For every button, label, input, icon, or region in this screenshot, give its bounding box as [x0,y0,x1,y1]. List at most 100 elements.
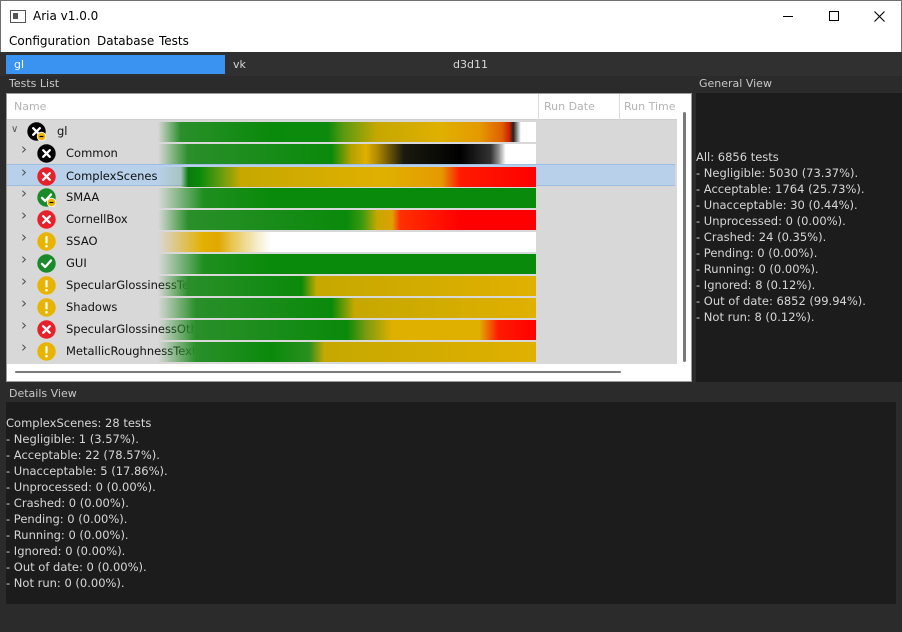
horizontal-scrollbar[interactable] [7,364,677,381]
tree-header: Name Run Date Run Time [7,94,677,120]
scrollbar-thumb[interactable] [15,371,621,373]
general-view-title: General View [699,77,772,90]
minimize-icon [783,15,793,17]
result-distribution-bar [158,298,536,318]
result-distribution-bar [158,188,536,208]
status-failed-black-icon [37,144,56,163]
tree-row-gui[interactable]: › GUI [7,252,675,274]
menu-bar: Configuration Database Tests [0,31,902,52]
tree-row-specularglossinesstextures[interactable]: › SpecularGlossinessTextures [7,274,675,296]
chevron-right-icon[interactable]: › [21,296,31,311]
tree-row-gl[interactable]: ∨ gl [7,120,675,142]
chevron-right-icon[interactable]: › [21,274,31,289]
maximize-button[interactable] [811,1,857,31]
status-warning-icon [37,232,56,251]
chevron-right-icon[interactable]: › [21,142,31,157]
column-header-name[interactable]: Name [14,100,46,113]
tests-tree[interactable]: Name Run Date Run Time ∨ gl › Common › Comple… [6,93,692,382]
tab-gl[interactable]: gl [6,55,225,74]
status-crashed-icon [27,122,46,141]
details-stat-line: - Unacceptable: 5 (17.86%). [6,464,168,478]
tree-row-cornellbox[interactable]: › CornellBox [7,208,675,230]
result-distribution-bar [158,276,536,296]
general-stat-line: - Out of date: 6852 (99.94%). [696,294,866,308]
close-icon [873,10,885,22]
details-stat-line: - Negligible: 1 (3.57%). [6,432,139,446]
status-passed-icon [37,254,56,273]
status-warning-icon [37,342,56,361]
tests-list-title: Tests List [9,77,60,90]
general-stat-line: - Negligible: 5030 (73.37%). [696,166,859,180]
tree-row-label: GUI [66,256,87,270]
maximize-icon [829,11,839,21]
chevron-right-icon[interactable]: › [21,186,31,201]
details-stat-line: - Unprocessed: 0 (0.00%). [6,480,156,494]
chevron-right-icon[interactable]: › [21,340,31,355]
menu-configuration[interactable]: Configuration [9,34,90,48]
tree-row-complexscenes[interactable]: › ComplexScenes [7,164,675,187]
result-distribution-bar [158,254,536,274]
scrollbar-thumb[interactable] [683,112,686,362]
tree-row-label: ComplexScenes [66,169,158,183]
tree-row-label: SSAO [66,234,98,248]
status-warning-icon [37,298,56,317]
status-failed-icon [37,167,56,186]
tree-row-ssao[interactable]: › SSAO [7,230,675,252]
status-failed-icon [37,320,56,339]
general-stat-line: - Acceptable: 1764 (25.73%). [696,182,865,196]
status-bar [0,604,902,632]
chevron-right-icon[interactable]: › [21,165,31,180]
result-distribution-bar [158,342,536,362]
chevron-down-icon[interactable]: ∨ [11,124,21,136]
chevron-right-icon[interactable]: › [21,208,31,223]
menu-database[interactable]: Database [97,34,154,48]
tree-row-label: gl [57,124,68,138]
details-view-panel: ComplexScenes: 28 tests - Negligible: 1 (… [6,402,896,604]
tree-row-label: SMAA [66,190,100,204]
general-stat-line: - Unacceptable: 30 (0.44%). [696,198,858,212]
chevron-right-icon[interactable]: › [21,318,31,333]
tab-vk[interactable]: vk [225,55,444,74]
tree-row-label: Common [66,146,118,160]
tree-row-shadows[interactable]: › Shadows [7,296,675,318]
general-stat-line: - Not run: 8 (0.12%). [696,310,815,324]
result-distribution-bar [158,122,536,142]
general-stat-line: - Running: 0 (0.00%). [696,262,819,276]
details-stat-line: ComplexScenes: 28 tests [6,416,152,430]
general-stat-line: - Ignored: 8 (0.12%). [696,278,816,292]
general-stat-line: - Crashed: 24 (0.35%). [696,230,827,244]
result-distribution-bar [158,232,536,252]
vertical-scrollbar[interactable] [677,94,691,381]
result-distribution-bar [158,167,536,187]
general-stat-line: - Pending: 0 (0.00%). [696,246,818,260]
details-stat-line: - Crashed: 0 (0.00%). [6,496,129,510]
result-distribution-bar [158,320,536,340]
tree-row-metallicroughnesstextures[interactable]: › MetallicRoughnessTextures [7,340,675,362]
tree-row-common[interactable]: › Common [7,142,675,164]
column-header-run-date[interactable]: Run Date [544,100,595,113]
general-view-stats: All: 6856 tests - Negligible: 5030 (73.37… [696,149,866,325]
details-stat-line: - Out of date: 0 (0.00%). [6,560,147,574]
chevron-right-icon[interactable]: › [21,252,31,267]
backend-tab-bar: gl vk d3d11 [0,52,902,76]
menu-tests[interactable]: Tests [159,34,189,48]
general-stat-line: All: 6856 tests [696,150,779,164]
details-stat-line: - Acceptable: 22 (78.57%). [6,448,160,462]
close-button[interactable] [856,1,902,31]
chevron-right-icon[interactable]: › [21,230,31,245]
details-stat-line: - Not run: 0 (0.00%). [6,576,125,590]
column-header-run-time[interactable]: Run Time [624,100,676,113]
tree-row-label: CornellBox [66,212,128,226]
window-title: Aria v1.0.0 [33,9,99,23]
minimize-button[interactable] [765,1,811,31]
details-view-title: Details View [9,387,77,400]
general-stat-line: - Unprocessed: 0 (0.00%). [696,214,846,228]
tree-row-specularglossinessother[interactable]: › SpecularGlossinessOther [7,318,675,340]
tree-row-smaa[interactable]: › SMAA [7,186,675,208]
details-stat-line: - Pending: 0 (0.00%). [6,512,128,526]
details-view-stats: ComplexScenes: 28 tests - Negligible: 1 (… [6,415,168,591]
title-bar[interactable]: Aria v1.0.0 [0,0,902,31]
app-icon [10,10,26,23]
tab-d3d11[interactable]: d3d11 [445,55,664,74]
result-distribution-bar [158,210,536,230]
